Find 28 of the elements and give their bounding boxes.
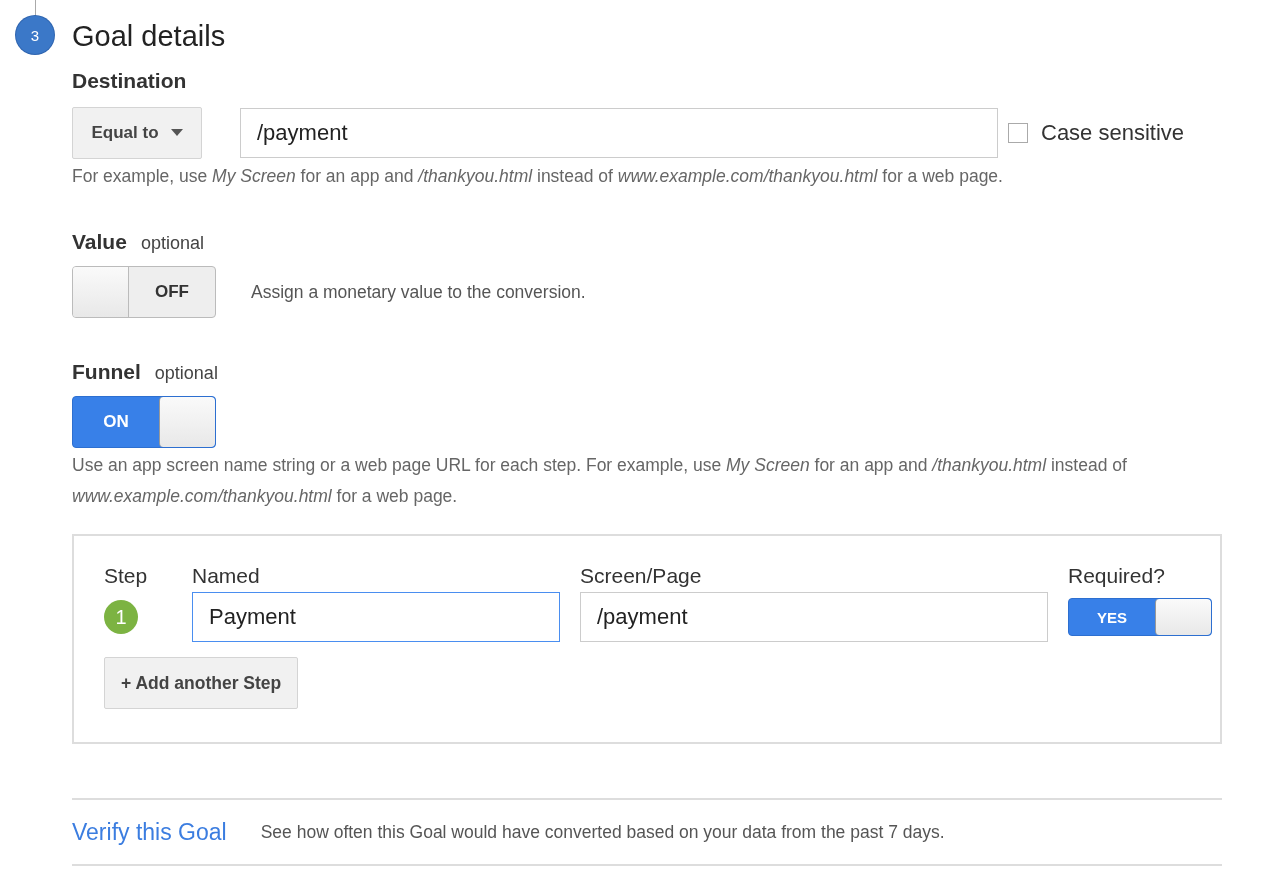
caret-icon — [170, 129, 183, 137]
toggle-switch[interactable]: ON — [72, 396, 216, 448]
toggle-switch[interactable]: OFF — [72, 266, 216, 318]
optional-text: optional — [140, 233, 204, 254]
description-text: Assign a monetary value to the conversion. — [251, 281, 586, 303]
field-label: Value — [72, 230, 127, 254]
hint-text: For example, use My Screen for an app and /thankyou.html instead of www.example.com/thankyou.html for a web page. — [72, 165, 1004, 188]
step-number: 3 — [16, 16, 54, 54]
field-label: Destination — [72, 68, 188, 94]
description-text: See how often this Goal would have converted based on your data from the past 7 days. — [260, 821, 945, 843]
step-number: 1 — [104, 600, 138, 634]
step-name-field[interactable]: Payment — [192, 592, 560, 642]
field-label: Funnel — [72, 360, 141, 384]
destination-field[interactable]: /payment — [240, 108, 998, 158]
screen-field[interactable]: /payment — [580, 592, 1048, 642]
column-header: Named — [192, 564, 261, 588]
checkbox[interactable] — [1008, 123, 1028, 143]
add-step-button[interactable]: + Add another Step — [104, 657, 299, 709]
verify-link[interactable]: Verify this Goal — [72, 818, 227, 846]
column-header: Screen/Page — [580, 564, 703, 588]
column-header: Step — [104, 564, 149, 588]
optional-text: optional — [154, 363, 218, 384]
column-header: Required? — [1068, 564, 1166, 588]
match-dropdown[interactable]: Equal to — [72, 107, 202, 159]
checkbox-label: Case sensitive — [1041, 120, 1185, 146]
section-title: Goal details — [72, 19, 227, 54]
toggle-switch[interactable]: YES — [1068, 598, 1212, 636]
hint-text: Use an app screen name string or a web page URL for each step. For example, use My Screen for an app and /thankyou.html instead of www.example.com/thankyou.html for a web page. — [72, 454, 1128, 508]
